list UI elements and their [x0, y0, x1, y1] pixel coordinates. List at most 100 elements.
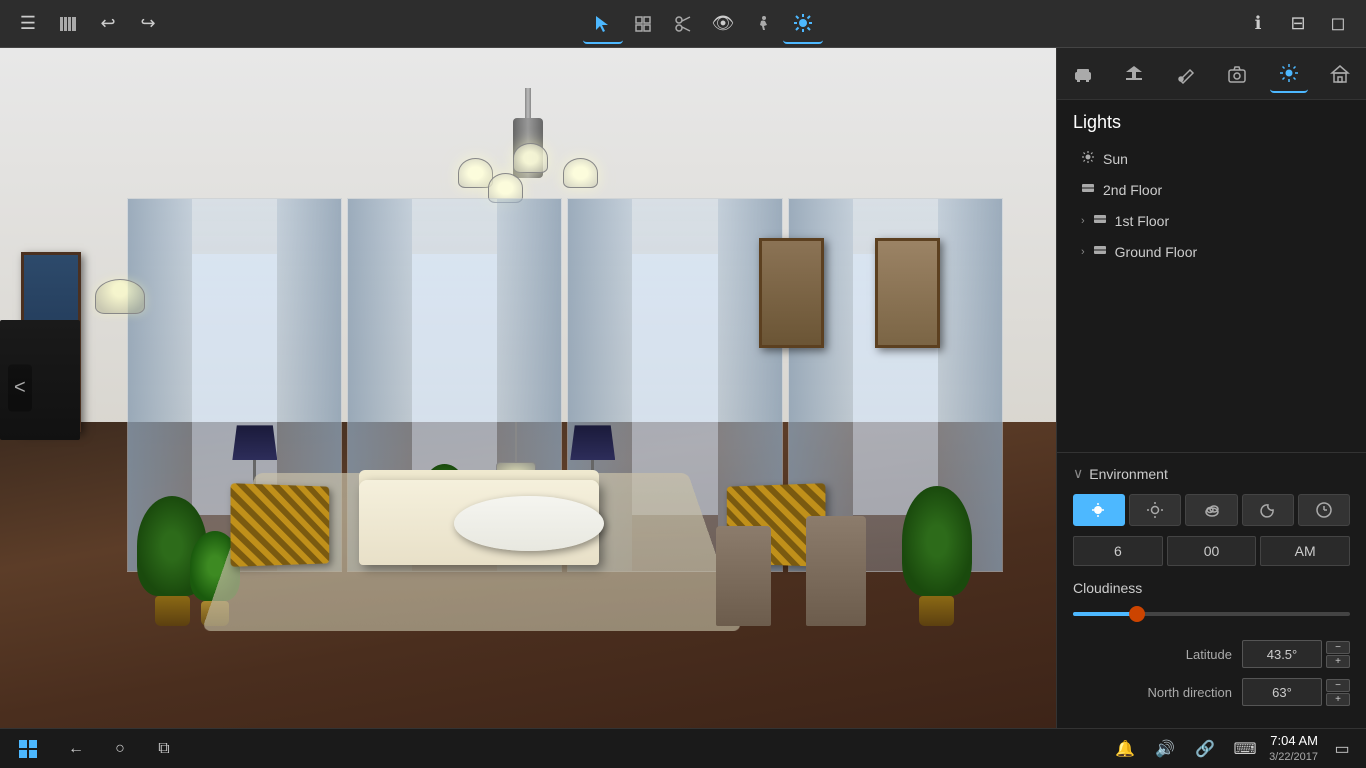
grid-icon[interactable]	[623, 4, 663, 44]
north-direction-label: North direction	[1073, 685, 1242, 700]
1st-floor-expand-arrow: ›	[1081, 215, 1085, 227]
cloudiness-label: Cloudiness	[1073, 580, 1350, 596]
search-btn[interactable]: ○	[104, 733, 136, 765]
sun-light-icon	[1081, 150, 1095, 167]
1st-floor-light-item[interactable]: › 1st Floor	[1073, 205, 1350, 236]
table-lamp-right-head	[570, 425, 615, 460]
lights-title: Lights	[1073, 112, 1350, 133]
2nd-floor-light-item[interactable]: 2nd Floor	[1073, 174, 1350, 205]
notifications-icon[interactable]: 🔔	[1109, 733, 1141, 765]
info-icon[interactable]: ℹ	[1238, 4, 1278, 44]
north-direction-input[interactable]: 63°	[1242, 678, 1322, 706]
latitude-row: Latitude 43.5° − +	[1073, 640, 1350, 668]
hour-input[interactable]: 6	[1073, 536, 1163, 566]
paint-tab[interactable]	[1167, 55, 1205, 93]
latitude-label: Latitude	[1073, 647, 1242, 662]
plant-right	[902, 486, 972, 626]
1st-floor-light-label: 1st Floor	[1115, 213, 1169, 229]
environment-header[interactable]: ∨ Environment	[1073, 465, 1350, 482]
cloudiness-slider[interactable]	[1073, 604, 1350, 624]
right-panel-tabs	[1057, 48, 1366, 100]
expand-icon[interactable]: ⊟	[1278, 4, 1318, 44]
menu-icon[interactable]: ☰	[8, 4, 48, 44]
wall-lamp-shade	[95, 279, 145, 314]
latitude-minus-btn[interactable]: −	[1326, 641, 1350, 654]
network-icon[interactable]: 🔗	[1189, 733, 1221, 765]
time-display[interactable]: 7:04 AM 3/22/2017	[1269, 733, 1318, 764]
chandelier-body	[448, 118, 608, 198]
floor-light-icon-ground	[1093, 243, 1107, 260]
main-area: < Lights	[0, 48, 1366, 728]
nav-arrow[interactable]: <	[8, 365, 32, 412]
lights-tab[interactable]	[1270, 55, 1308, 93]
camera-tab[interactable]	[1218, 55, 1256, 93]
taskbar: ← ○ ⧉ 🔔 🔊 🔗 ⌨ 7:04 AM 3/22/2017 ▭	[0, 728, 1366, 768]
partly-cloudy-btn[interactable]	[1073, 494, 1125, 526]
clock-btn[interactable]	[1298, 494, 1350, 526]
cube-icon[interactable]: ◻	[1318, 4, 1358, 44]
chair-patterned-left	[231, 483, 330, 567]
show-desktop-btn[interactable]: ▭	[1326, 733, 1358, 765]
latitude-plus-btn[interactable]: +	[1326, 655, 1350, 668]
latitude-btns: − +	[1326, 641, 1350, 668]
2nd-floor-light-label: 2nd Floor	[1103, 182, 1162, 198]
undo-icon[interactable]: ↩	[88, 4, 128, 44]
chandelier-chain	[525, 88, 531, 118]
win-logo-tr	[29, 740, 37, 748]
minute-input[interactable]: 00	[1167, 536, 1257, 566]
win-logo-tl	[19, 740, 27, 748]
view-icon[interactable]: 👁	[703, 4, 743, 44]
time-inputs: 6 00 AM	[1073, 536, 1350, 566]
win-logo-bl	[19, 750, 27, 758]
clock-date: 3/22/2017	[1269, 750, 1318, 764]
volume-icon[interactable]: 🔊	[1149, 733, 1181, 765]
start-button[interactable]	[8, 733, 48, 765]
viewport[interactable]: <	[0, 48, 1056, 728]
back-btn[interactable]: ←	[60, 733, 92, 765]
sun-light-item[interactable]: Sun	[1073, 143, 1350, 174]
night-btn[interactable]	[1242, 494, 1294, 526]
environment-section: ∨ Environment	[1057, 452, 1366, 728]
select-icon[interactable]	[583, 4, 623, 44]
win-logo-br	[29, 750, 37, 758]
clock-time: 7:04 AM	[1269, 733, 1318, 750]
sunny-btn[interactable]	[1129, 494, 1181, 526]
redo-icon[interactable]: ↪	[128, 4, 168, 44]
environment-chevron: ∨	[1073, 465, 1083, 482]
dining-chair-2	[716, 526, 771, 626]
north-direction-minus-btn[interactable]: −	[1326, 679, 1350, 692]
scene: <	[0, 48, 1056, 728]
walk-icon[interactable]	[743, 4, 783, 44]
scissors-icon[interactable]	[663, 4, 703, 44]
library-icon[interactable]	[48, 4, 88, 44]
cloudiness-thumb[interactable]	[1129, 606, 1145, 622]
windows-logo	[19, 740, 37, 758]
ground-floor-expand-arrow: ›	[1081, 246, 1085, 258]
keyboard-icon[interactable]: ⌨	[1229, 733, 1261, 765]
environment-title: Environment	[1089, 466, 1168, 482]
task-view-btn[interactable]: ⧉	[148, 733, 180, 765]
artwork-right-2	[875, 238, 940, 348]
cloudiness-track	[1073, 612, 1350, 616]
lamp-shade-2	[563, 158, 598, 188]
latitude-input[interactable]: 43.5°	[1242, 640, 1322, 668]
taskbar-left: ← ○ ⧉	[8, 733, 180, 765]
ground-floor-light-item[interactable]: › Ground Floor	[1073, 236, 1350, 267]
lamp-shade-3	[513, 143, 548, 173]
furniture-tab[interactable]	[1064, 55, 1102, 93]
house-tab[interactable]	[1321, 55, 1359, 93]
wall-lamp	[95, 279, 145, 314]
north-direction-btns: − +	[1326, 679, 1350, 706]
period-input[interactable]: AM	[1260, 536, 1350, 566]
sun-main-icon[interactable]	[783, 4, 823, 44]
lights-section: Lights Sun 2nd Floor ›	[1057, 100, 1366, 275]
coffee-table	[454, 496, 604, 551]
floor-light-icon-1	[1093, 212, 1107, 229]
north-direction-plus-btn[interactable]: +	[1326, 693, 1350, 706]
taskbar-right: 🔔 🔊 🔗 ⌨ 7:04 AM 3/22/2017 ▭	[1109, 733, 1358, 765]
hanging-cord	[515, 422, 517, 462]
structure-tab[interactable]	[1115, 55, 1153, 93]
right-panel: Lights Sun 2nd Floor ›	[1056, 48, 1366, 728]
artwork-right-1	[759, 238, 824, 348]
cloudy-btn[interactable]	[1185, 494, 1237, 526]
